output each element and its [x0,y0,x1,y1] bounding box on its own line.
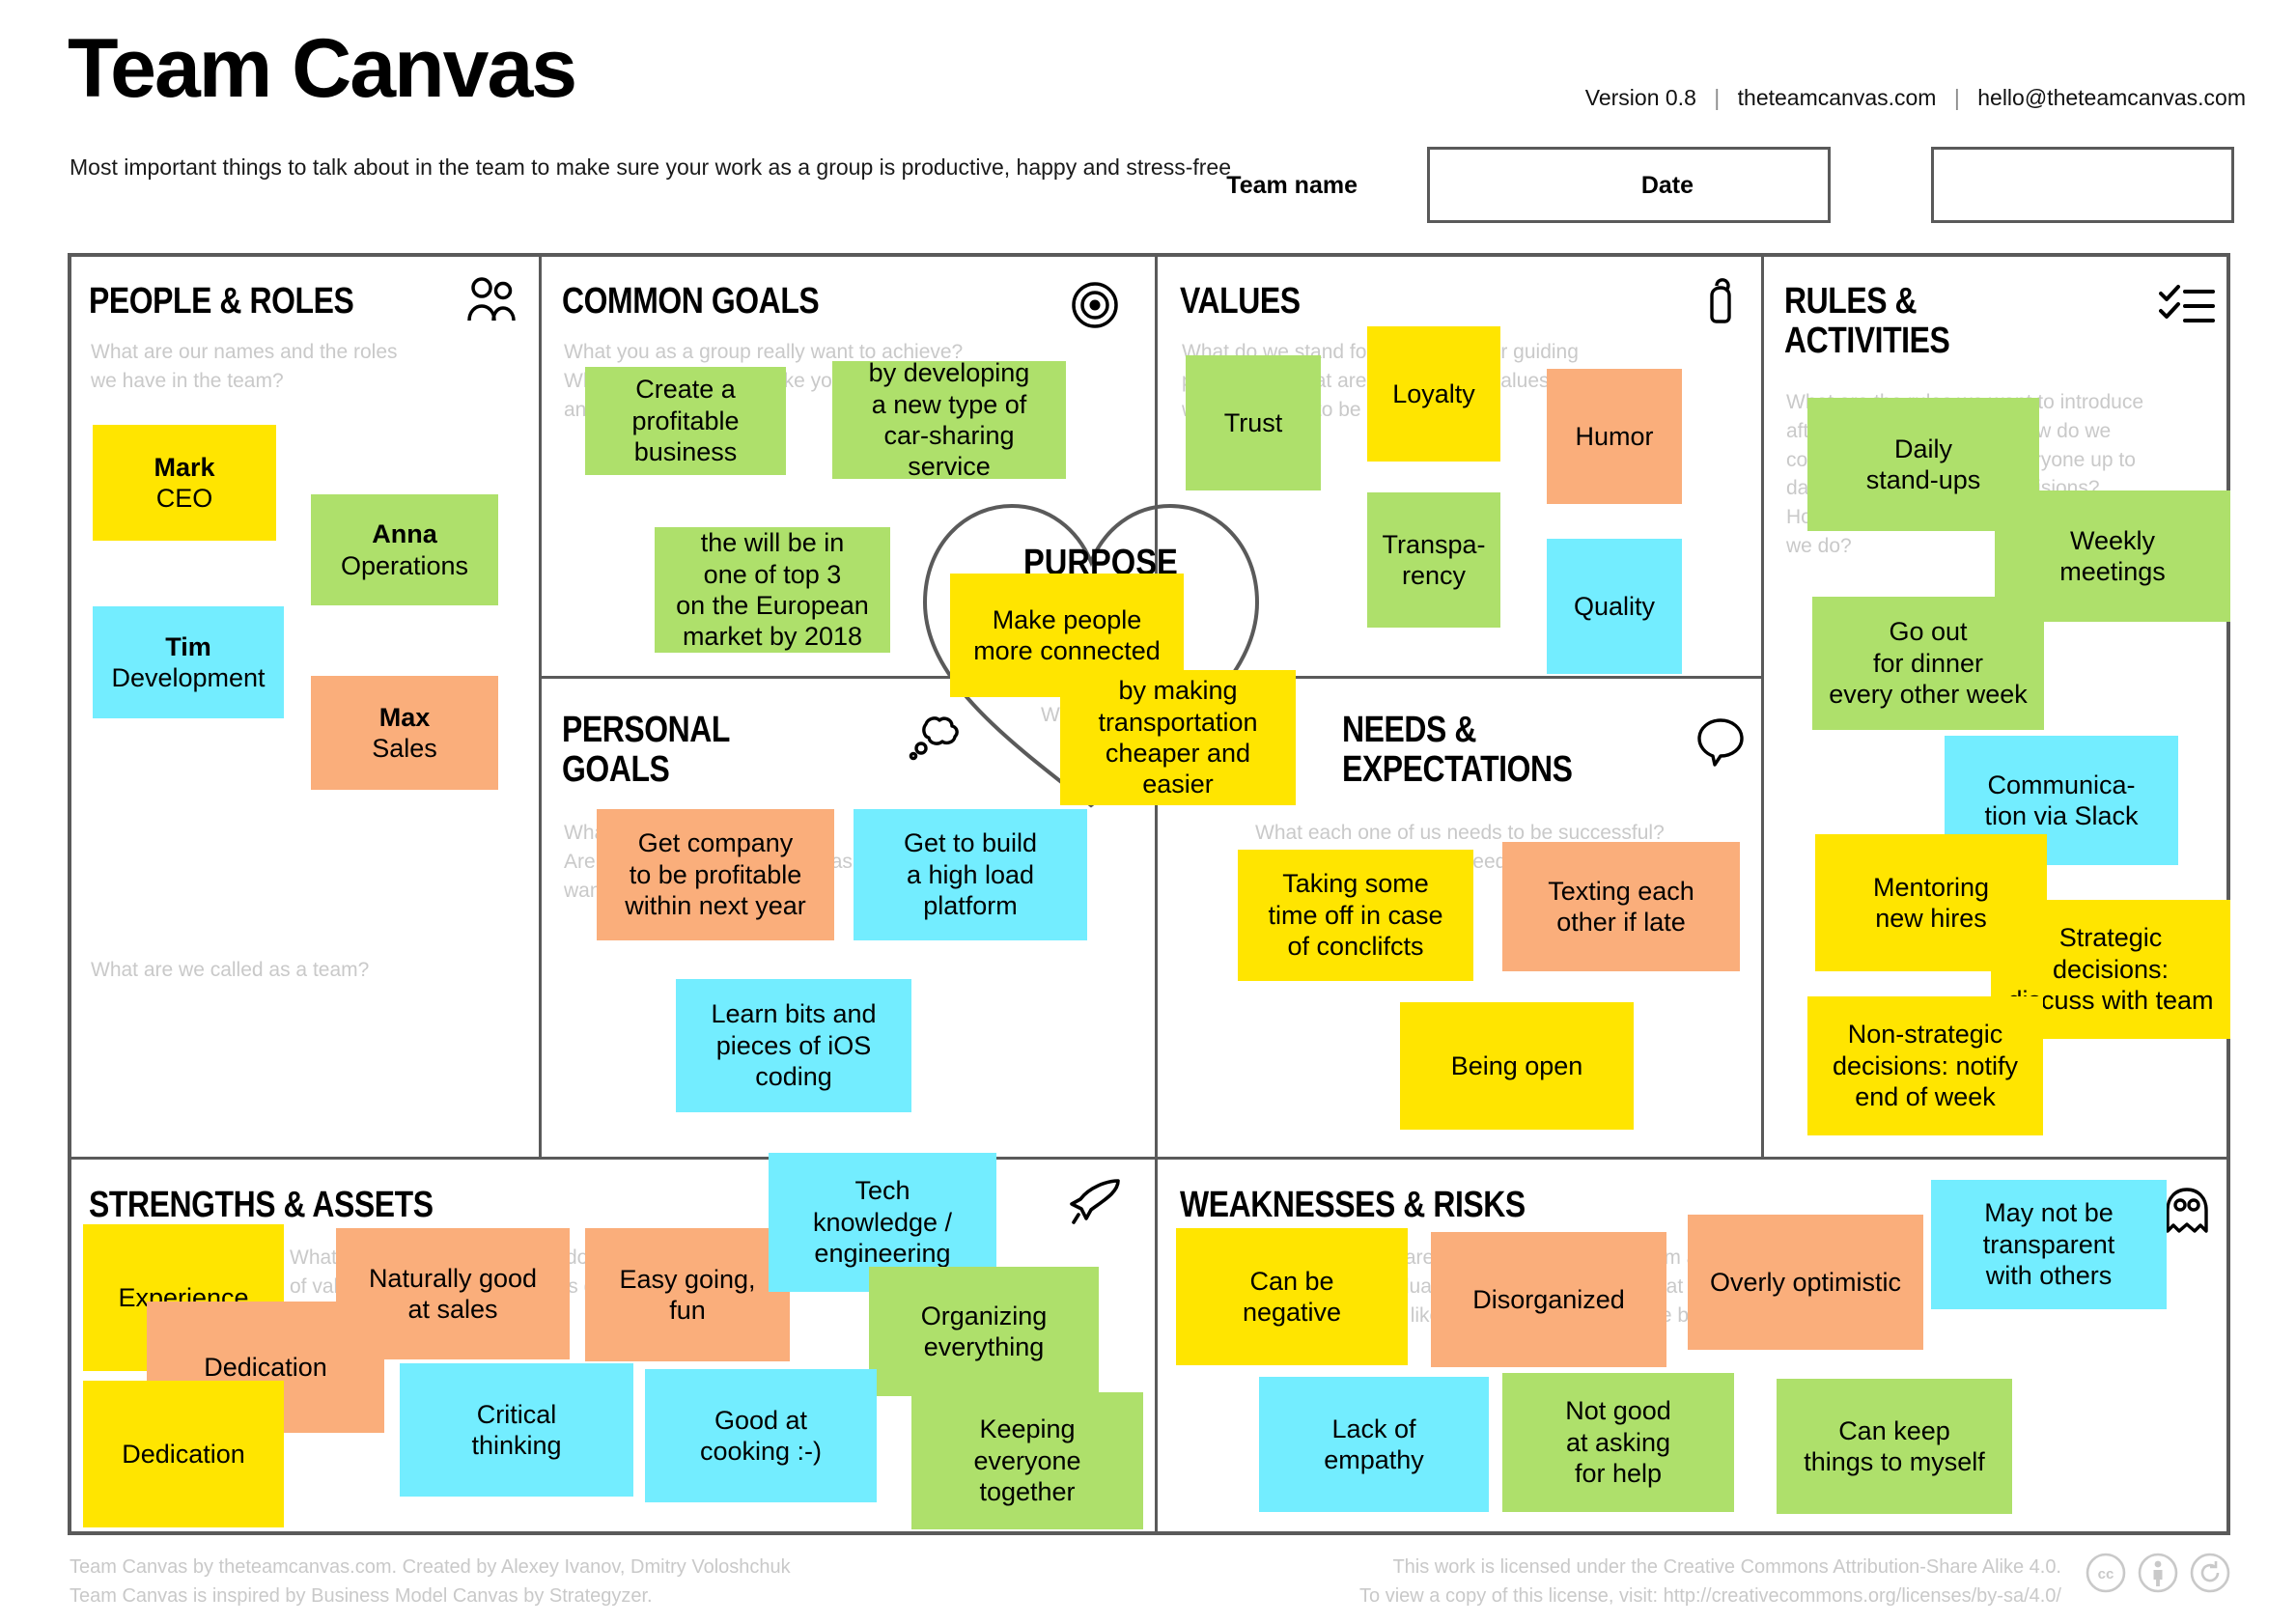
speech-bubble-icon [1695,714,1746,773]
date-input[interactable] [1931,147,2234,223]
sticky-note[interactable]: Quality [1547,539,1682,674]
footer-license: This work is licensed under the Creative… [1359,1556,2061,1607]
version-label: Version 0.8 [1584,85,1696,110]
checklist-icon [2159,284,2215,333]
team-name-input[interactable] [1427,147,1831,223]
sticky-note[interactable]: Can keep things to myself [1777,1379,2012,1514]
note-person-name: Mark [154,452,215,482]
person-icon [1703,274,1740,333]
cc-license-icons: cc [2086,1553,2230,1593]
sticky-note[interactable]: Taking some time off in case of conclifc… [1238,850,1473,981]
sticky-note[interactable]: Create a profitable business [585,367,786,475]
sticky-note[interactable]: Keeping everyone together [911,1392,1143,1529]
sticky-note[interactable]: by developing a new type of car-sharing … [832,358,1066,481]
date-label: Date [1640,172,1694,199]
note-person-name: Tim [165,631,211,661]
note-person-role: CEO [155,484,213,513]
sticky-note[interactable]: Organizing everything [869,1267,1099,1396]
sticky-note[interactable]: Get company to be profitable within next… [597,809,834,940]
panel-hint-people: What are our names and the roles we have… [91,341,398,392]
sticky-note[interactable]: Transpa- rency [1367,492,1500,628]
header-meta: Version 0.8 | theteamcanvas.com | hello@… [1585,85,2246,111]
rocket-icon [1066,1178,1122,1233]
target-icon [1070,280,1120,335]
by-icon [2138,1553,2178,1593]
page-subtitle: Most important things to talk about in t… [70,154,1231,180]
footer-credits: Team Canvas by theteamcanvas.com. Create… [70,1556,791,1607]
website-link[interactable]: theteamcanvas.com [1738,85,1937,110]
panel-title-personal-goals: PERSONAL GOALS [562,710,730,791]
sticky-note[interactable]: Good at cooking :-) [645,1369,877,1502]
sticky-note[interactable]: May not be transparent with others [1931,1180,2167,1309]
people-icon [465,276,519,329]
svg-text:cc: cc [2098,1566,2114,1582]
sa-icon [2190,1553,2230,1593]
sticky-note[interactable]: by making transportation cheaper and eas… [1060,670,1296,805]
team-name-label: Team name [1226,172,1358,199]
divider-v-bottom [1155,1157,1158,1535]
cc-icon: cc [2086,1553,2126,1593]
sticky-note[interactable]: Anna Operations [311,494,498,605]
sticky-note[interactable]: Loyalty [1367,326,1500,462]
meta-separator-2: | [1953,85,1960,110]
panel-title-needs: NEEDS & EXPECTATIONS [1342,710,1573,791]
panel-title-rules: RULES & ACTIVITIES [1784,281,1950,362]
sticky-note[interactable]: Get to build a high load platform [854,809,1087,940]
note-person-name: Anna [372,519,437,549]
sticky-note[interactable]: Easy going, fun [585,1228,790,1361]
sticky-note[interactable]: Critical thinking [400,1363,633,1497]
divider-v-rules [1761,253,1764,1159]
panel-title-common-goals: COMMON GOALS [562,281,820,322]
panel-title-weaknesses: WEAKNESSES & RISKS [1180,1185,1526,1225]
sticky-note[interactable]: Texting each other if late [1502,842,1740,971]
sticky-note[interactable]: Can be negative [1176,1228,1408,1365]
sticky-note[interactable]: Trust [1186,355,1321,490]
divider-h-bottom [68,1157,2230,1160]
ghost-icon [2161,1186,2213,1241]
sticky-note[interactable]: Go out for dinner every other week [1812,597,2044,730]
note-person-name: Max [378,702,431,732]
panel-title-strengths: STRENGTHS & ASSETS [89,1185,434,1225]
sticky-note[interactable]: Max Sales [311,676,498,790]
note-person-role: Sales [372,734,437,763]
note-person-role: Operations [340,550,469,580]
sticky-note[interactable]: Dedication [83,1381,284,1527]
sticky-note[interactable]: Mark CEO [93,425,276,541]
page-title: Team Canvas [68,22,577,115]
sticky-note[interactable]: Tim Development [93,606,284,718]
sticky-note[interactable]: Lack of empathy [1259,1377,1489,1512]
sticky-note[interactable]: Being open [1400,1002,1634,1130]
sticky-note[interactable]: Overly optimistic [1688,1215,1923,1350]
meta-separator-1: | [1714,85,1721,110]
sticky-note[interactable]: Learn bits and pieces of iOS coding [676,979,911,1112]
sticky-note[interactable]: the will be in one of top 3 on the Europ… [655,527,890,653]
panel-title-people: PEOPLE & ROLES [89,281,354,322]
email-link[interactable]: hello@theteamcanvas.com [1977,85,2246,110]
sticky-note[interactable]: Not good at asking for help [1502,1373,1734,1512]
note-person-role: Development [111,663,266,692]
sticky-note[interactable]: Non-strategic decisions: notify end of w… [1807,996,2043,1135]
sticky-note[interactable]: Disorganized [1431,1232,1666,1367]
divider-v-people [539,253,542,1159]
sticky-note[interactable]: Humor [1547,369,1682,504]
panel-title-values: VALUES [1180,281,1301,322]
panel-hint-people-footer: What are we called as a team? [91,959,370,981]
